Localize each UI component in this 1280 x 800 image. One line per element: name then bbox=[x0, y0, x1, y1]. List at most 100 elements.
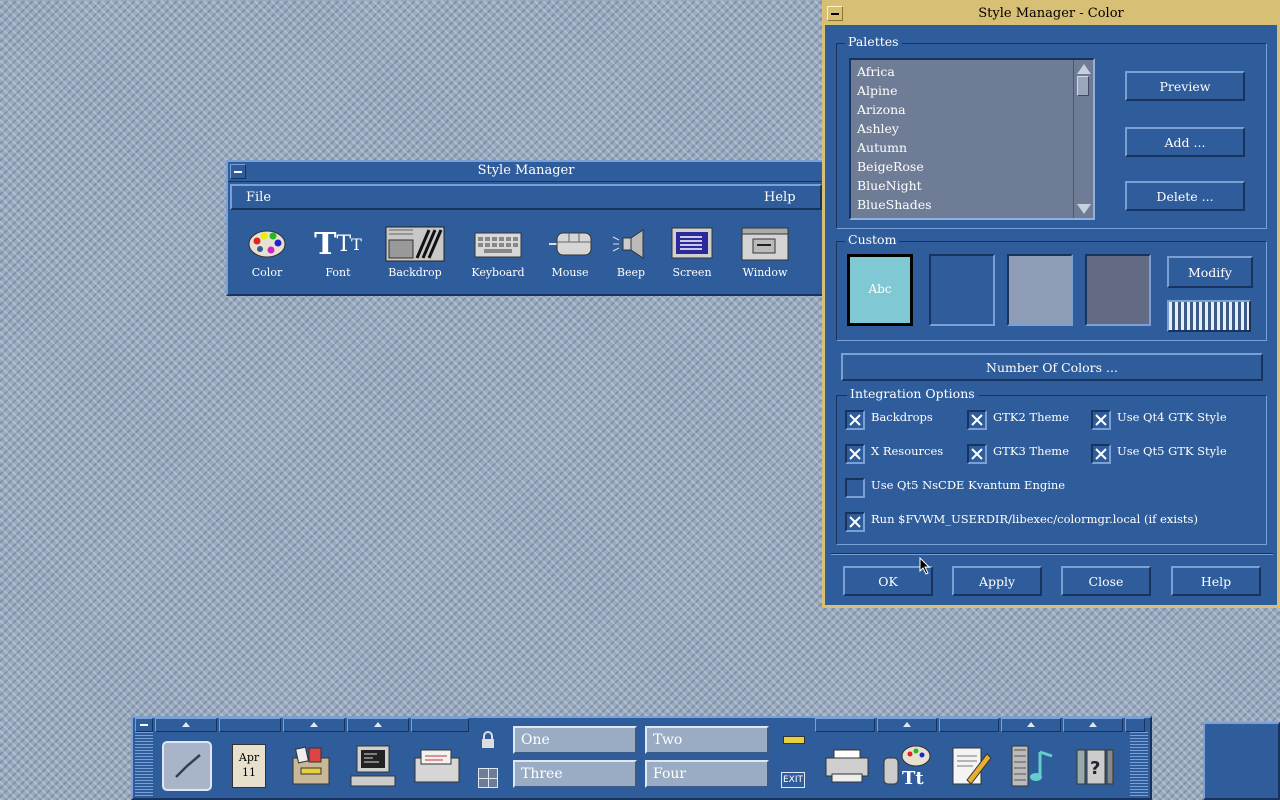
palette-list[interactable]: Africa Alpine Arizona Ashley Autumn Beig… bbox=[849, 58, 1095, 220]
window-menu-button[interactable] bbox=[827, 6, 843, 21]
tool-window-label: Window bbox=[742, 266, 788, 279]
tool-beep[interactable]: Beep bbox=[596, 224, 666, 279]
palette-item[interactable]: Autumn bbox=[857, 138, 932, 157]
up-arrow-icon bbox=[1027, 722, 1035, 727]
color-dialog-titlebar[interactable]: Style Manager - Color bbox=[825, 3, 1277, 25]
text-editor-launcher[interactable] bbox=[945, 740, 997, 792]
palettes-group-title: Palettes bbox=[845, 34, 902, 49]
subpanel-arrow[interactable] bbox=[283, 718, 345, 732]
window-menu-button[interactable] bbox=[230, 164, 246, 179]
color-swatch[interactable] bbox=[929, 254, 995, 326]
checkbox-qt4-gtk-style[interactable] bbox=[1091, 410, 1111, 430]
menu-file[interactable]: File bbox=[246, 190, 271, 205]
apply-button[interactable]: Apply bbox=[952, 566, 1042, 596]
checkbox-gtk3-theme[interactable] bbox=[967, 444, 987, 464]
preview-button[interactable]: Preview bbox=[1125, 71, 1245, 101]
lock-screen-button[interactable] bbox=[479, 730, 497, 753]
desktop-corner-panel[interactable] bbox=[1203, 722, 1280, 800]
workspace-two[interactable]: Two bbox=[645, 726, 769, 754]
help-button[interactable]: Help bbox=[1171, 566, 1261, 596]
subpanel-arrow[interactable] bbox=[877, 718, 937, 732]
tool-backdrop[interactable]: Backdrop bbox=[380, 224, 450, 279]
mail-launcher[interactable] bbox=[411, 740, 463, 792]
font-icon: TTT bbox=[314, 226, 362, 262]
option-qt4-gtk-style[interactable]: Use Qt4 GTK Style bbox=[1091, 410, 1227, 430]
option-x-resources[interactable]: X Resources bbox=[845, 444, 943, 464]
subpanel-arrow[interactable] bbox=[1063, 718, 1123, 732]
option-gtk3-theme[interactable]: GTK3 Theme bbox=[967, 444, 1069, 464]
add-palette-button[interactable]: Add ... bbox=[1125, 127, 1245, 157]
menu-help[interactable]: Help bbox=[764, 190, 796, 205]
checkbox-backdrops[interactable] bbox=[845, 410, 865, 430]
palette-item[interactable]: Ashley bbox=[857, 119, 932, 138]
palette-scrollbar[interactable] bbox=[1073, 60, 1093, 218]
workspace-three[interactable]: Three bbox=[513, 760, 637, 788]
color-swatch[interactable] bbox=[1085, 254, 1151, 326]
panel-minimize-button[interactable] bbox=[1125, 718, 1145, 732]
checkmark-icon bbox=[849, 516, 861, 528]
subpanel-arrow[interactable] bbox=[155, 718, 217, 732]
printer-launcher[interactable] bbox=[821, 740, 873, 792]
subpanel-arrow[interactable] bbox=[1001, 718, 1061, 732]
subpanel-arrow[interactable] bbox=[219, 718, 281, 732]
modify-button[interactable]: Modify bbox=[1167, 256, 1253, 288]
tool-screen[interactable]: Screen bbox=[657, 224, 727, 279]
option-qt5-kvantum[interactable]: Use Qt5 NsCDE Kvantum Engine bbox=[845, 478, 1065, 498]
help-manager-launcher[interactable]: ? bbox=[1069, 740, 1121, 792]
close-button[interactable]: Close bbox=[1061, 566, 1151, 596]
option-run-colormgr-local[interactable]: Run $FVWM_USERDIR/libexec/colormgr.local… bbox=[845, 512, 1198, 532]
checkmark-icon bbox=[971, 448, 983, 460]
option-label: Backdrops bbox=[871, 410, 933, 424]
number-of-colors-button[interactable]: Number Of Colors ... bbox=[841, 353, 1263, 381]
subpanel-arrow[interactable] bbox=[939, 718, 999, 732]
palette-item[interactable]: BlueNight bbox=[857, 176, 932, 195]
tool-mouse[interactable]: Mouse bbox=[535, 224, 605, 279]
panel-handle-right[interactable] bbox=[1130, 732, 1148, 796]
tool-font[interactable]: TTT Font bbox=[303, 224, 373, 280]
media-player-launcher[interactable] bbox=[1007, 740, 1059, 792]
panel-menu-button[interactable] bbox=[135, 718, 153, 732]
workspace-four[interactable]: Four bbox=[645, 760, 769, 788]
tool-color[interactable]: Color bbox=[232, 224, 302, 279]
checkbox-qt5-gtk-style[interactable] bbox=[1091, 444, 1111, 464]
style-manager-titlebar[interactable]: Style Manager bbox=[228, 162, 824, 182]
tool-window[interactable]: Window bbox=[730, 224, 800, 279]
subpanel-arrow[interactable] bbox=[815, 718, 875, 732]
checkbox-x-resources[interactable] bbox=[845, 444, 865, 464]
panel-handle-left[interactable] bbox=[135, 732, 153, 796]
scroll-down-arrow-icon[interactable] bbox=[1077, 204, 1091, 214]
file-manager-launcher[interactable] bbox=[285, 740, 337, 792]
terminal-launcher[interactable] bbox=[347, 740, 399, 792]
palette-item[interactable]: Arizona bbox=[857, 100, 932, 119]
scroll-thumb[interactable] bbox=[1077, 76, 1089, 96]
calendar-launcher[interactable]: Apr 11 bbox=[223, 740, 275, 792]
option-backdrops[interactable]: Backdrops bbox=[845, 410, 933, 430]
checkbox-gtk2-theme[interactable] bbox=[967, 410, 987, 430]
subpanel-arrow[interactable] bbox=[347, 718, 409, 732]
calendar-month: Apr bbox=[238, 751, 260, 764]
color-swatch[interactable] bbox=[1007, 254, 1073, 326]
palette-item[interactable]: Africa bbox=[857, 62, 932, 81]
palette-item[interactable]: BeigeRose bbox=[857, 157, 932, 176]
mailbox-icon bbox=[414, 749, 460, 783]
workspace-one[interactable]: One bbox=[513, 726, 637, 754]
checkbox-run-colormgr-local[interactable] bbox=[845, 512, 865, 532]
clock-icon bbox=[162, 741, 212, 791]
palette-item[interactable]: Alpine bbox=[857, 81, 932, 100]
busy-indicator-icon bbox=[783, 736, 805, 744]
checkbox-qt5-kvantum[interactable] bbox=[845, 478, 865, 498]
tool-keyboard[interactable]: Keyboard bbox=[463, 224, 533, 279]
option-gtk2-theme[interactable]: GTK2 Theme bbox=[967, 410, 1069, 430]
option-qt5-gtk-style[interactable]: Use Qt5 GTK Style bbox=[1091, 444, 1227, 464]
palette-item[interactable]: BlueShades bbox=[857, 195, 932, 214]
delete-palette-button[interactable]: Delete ... bbox=[1125, 181, 1245, 211]
style-manager-menubar: File Help bbox=[230, 184, 822, 210]
color-swatch-selected[interactable]: Abc bbox=[847, 254, 913, 326]
workspace-grid-icon[interactable] bbox=[478, 768, 498, 788]
checkmark-icon bbox=[971, 414, 983, 426]
style-manager-launcher[interactable]: Tt bbox=[881, 740, 933, 792]
exit-button[interactable]: EXIT bbox=[781, 772, 805, 788]
clock-launcher[interactable] bbox=[161, 740, 213, 792]
subpanel-arrow[interactable] bbox=[411, 718, 469, 732]
scroll-up-arrow-icon[interactable] bbox=[1077, 64, 1091, 74]
